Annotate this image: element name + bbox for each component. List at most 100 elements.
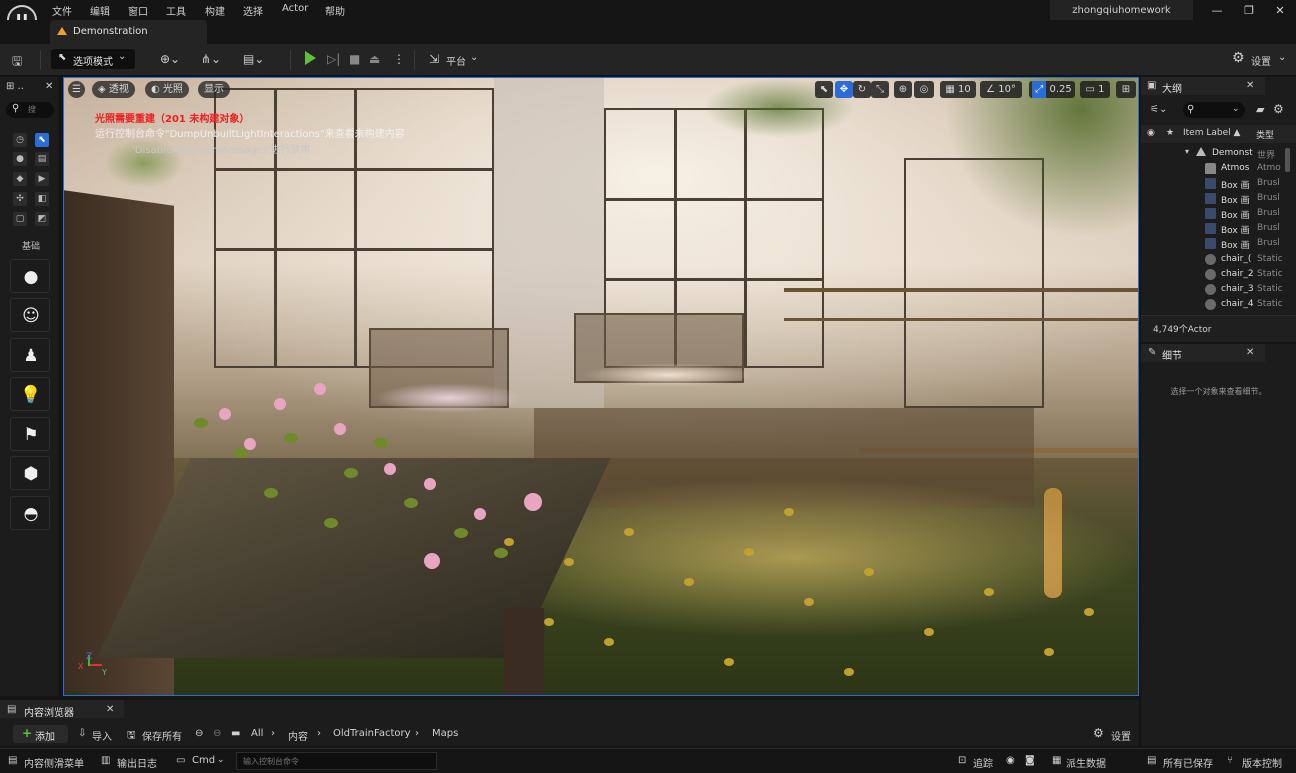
- menu-file[interactable]: 文件: [52, 3, 72, 18]
- outliner-row[interactable]: Box 画 Brusl: [1141, 206, 1286, 221]
- menu-actor[interactable]: Actor: [282, 3, 308, 14]
- filter-icon[interactable]: ⚟⌄: [1150, 104, 1167, 115]
- surface-snap-icon[interactable]: ◎: [914, 81, 934, 98]
- outliner-row[interactable]: chair_3 Static: [1141, 282, 1286, 297]
- scale-tool-icon[interactable]: ⤡: [871, 81, 889, 98]
- breadcrumb-content[interactable]: 内容: [288, 728, 308, 743]
- save-all-button[interactable]: 保存所有: [142, 728, 182, 743]
- outliner-row[interactable]: chair_4 Static: [1141, 297, 1286, 312]
- step-icon[interactable]: ▷|: [327, 52, 340, 66]
- outliner-row[interactable]: Box 画 Brusl: [1141, 236, 1286, 251]
- screenshot-icon[interactable]: ◙: [1025, 755, 1035, 766]
- back-icon[interactable]: ⊖: [195, 728, 203, 739]
- outliner-row[interactable]: Atmos Atmo: [1141, 161, 1286, 176]
- stop-icon[interactable]: ■: [349, 52, 360, 66]
- expand-arrow-icon[interactable]: ▾: [1185, 147, 1189, 156]
- shapes-icon[interactable]: ◩: [35, 212, 49, 226]
- scale-snap-button[interactable]: ⤢ 0.25: [1029, 81, 1075, 98]
- trace-button[interactable]: 追踪: [973, 755, 993, 770]
- cinematics-icon[interactable]: ▤⌄: [243, 52, 264, 66]
- output-log-button[interactable]: 输出日志: [117, 755, 157, 770]
- breadcrumb-all[interactable]: All: [251, 728, 263, 739]
- lighting-button[interactable]: ◐ 光照: [145, 81, 189, 98]
- player-start-item[interactable]: ⚑: [10, 417, 50, 451]
- content-drawer-button[interactable]: 内容侧滑菜单: [24, 755, 84, 770]
- blueprint-icon[interactable]: ⋔⌄: [201, 52, 221, 66]
- import-button[interactable]: 导入: [92, 728, 112, 743]
- outliner-row[interactable]: Box 画 Brusl: [1141, 176, 1286, 191]
- gear-icon[interactable]: ⚙: [1232, 50, 1245, 66]
- cmd-selector[interactable]: Cmd: [192, 755, 215, 766]
- outliner-row[interactable]: Box 画 Brusl: [1141, 191, 1286, 206]
- column-type[interactable]: 类型: [1256, 128, 1274, 141]
- place-actors-icon[interactable]: ⊞ ..: [6, 81, 24, 92]
- basic-category-icon[interactable]: ⬉: [35, 133, 49, 147]
- cinematic-icon[interactable]: ▤: [35, 152, 49, 166]
- add-folder-icon[interactable]: ▰: [1256, 103, 1264, 116]
- derived-data-button[interactable]: 派生数据: [1066, 755, 1106, 770]
- rotation-snap-button[interactable]: ∠ 10°: [980, 81, 1022, 98]
- settings-button[interactable]: 设置: [1251, 53, 1271, 68]
- cube-item[interactable]: ⬢: [10, 456, 50, 490]
- character-item[interactable]: ☺: [10, 298, 50, 332]
- viewport-menu-button[interactable]: ☰: [68, 81, 85, 98]
- menu-edit[interactable]: 编辑: [90, 3, 110, 18]
- column-item-label[interactable]: Item Label ▲: [1183, 128, 1240, 138]
- recent-icon[interactable]: ◷: [13, 133, 27, 147]
- play-icon[interactable]: [305, 51, 316, 65]
- close-icon[interactable]: ✕: [1271, 4, 1289, 17]
- menu-select[interactable]: 选择: [243, 3, 263, 18]
- gear-icon[interactable]: ⚙: [1093, 726, 1104, 740]
- eject-icon[interactable]: ⏏: [369, 52, 380, 66]
- menu-tools[interactable]: 工具: [166, 3, 186, 18]
- all-saved-button[interactable]: 所有已保存: [1163, 755, 1213, 770]
- rotate-tool-icon[interactable]: ↻: [853, 81, 871, 98]
- empty-actor-item[interactable]: ●: [10, 259, 50, 293]
- console-command-input[interactable]: [236, 752, 437, 770]
- outliner-row[interactable]: ▾ Demonst 世界: [1141, 146, 1286, 161]
- close-icon[interactable]: ✕: [1246, 80, 1254, 91]
- add-actor-icon[interactable]: ⊕⌄: [160, 52, 180, 66]
- grid-snap-button[interactable]: ▦ 10: [940, 81, 976, 98]
- platform-button[interactable]: 平台: [446, 53, 466, 68]
- world-space-icon[interactable]: ⊕: [894, 81, 912, 98]
- star-icon[interactable]: ★: [1166, 128, 1174, 138]
- close-icon[interactable]: ✕: [45, 81, 53, 92]
- select-tool-icon[interactable]: ⬉: [815, 81, 833, 98]
- volumes-icon[interactable]: ◧: [35, 192, 49, 206]
- record-icon[interactable]: ◉: [1006, 755, 1015, 766]
- sphere-item[interactable]: ◓: [10, 496, 50, 530]
- forward-icon[interactable]: ⊖: [213, 728, 221, 739]
- close-icon[interactable]: ✕: [1246, 347, 1254, 358]
- menu-help[interactable]: 帮助: [325, 3, 345, 18]
- gear-icon[interactable]: ⚙: [1273, 102, 1284, 116]
- camera-speed-button[interactable]: ▭ 1: [1080, 81, 1110, 98]
- breadcrumb-oldtrainfactory[interactable]: OldTrainFactory: [333, 728, 411, 739]
- perspective-button[interactable]: ◈ 透视: [92, 81, 135, 98]
- viewport-layout-icon[interactable]: ⊞: [1116, 81, 1136, 98]
- point-light-item[interactable]: 💡: [10, 377, 50, 411]
- breadcrumb-maps[interactable]: Maps: [432, 728, 458, 739]
- all-classes-icon[interactable]: ▢: [13, 212, 27, 226]
- geometry-icon[interactable]: ✣: [13, 192, 27, 206]
- level-viewport[interactable]: [63, 77, 1139, 696]
- show-button[interactable]: 显示: [198, 81, 230, 98]
- restore-icon[interactable]: ❐: [1240, 4, 1258, 17]
- more-options-icon[interactable]: ⋮: [393, 52, 405, 66]
- media-icon[interactable]: ▶: [35, 172, 49, 186]
- visibility-icon[interactable]: ◉: [1147, 128, 1155, 138]
- outliner-row[interactable]: Box 画 Brusl: [1141, 221, 1286, 236]
- visual-effects-icon[interactable]: ◆: [13, 172, 27, 186]
- outliner-scrollbar[interactable]: [1285, 148, 1290, 172]
- menu-window[interactable]: 窗口: [128, 3, 148, 18]
- content-browser-settings[interactable]: 设置: [1111, 728, 1131, 743]
- version-control-button[interactable]: 版本控制: [1242, 755, 1282, 770]
- outliner-row[interactable]: chair_(Static: [1141, 252, 1286, 267]
- translate-tool-icon[interactable]: ✥: [835, 81, 853, 98]
- outliner-row[interactable]: chair_2 Static: [1141, 267, 1286, 282]
- menu-build[interactable]: 构建: [205, 3, 225, 18]
- close-icon[interactable]: ✕: [106, 704, 114, 715]
- pawn-item[interactable]: ♟: [10, 338, 50, 372]
- user-account[interactable]: zhongqiuhomework: [1050, 0, 1193, 21]
- minimize-icon[interactable]: —: [1208, 4, 1226, 17]
